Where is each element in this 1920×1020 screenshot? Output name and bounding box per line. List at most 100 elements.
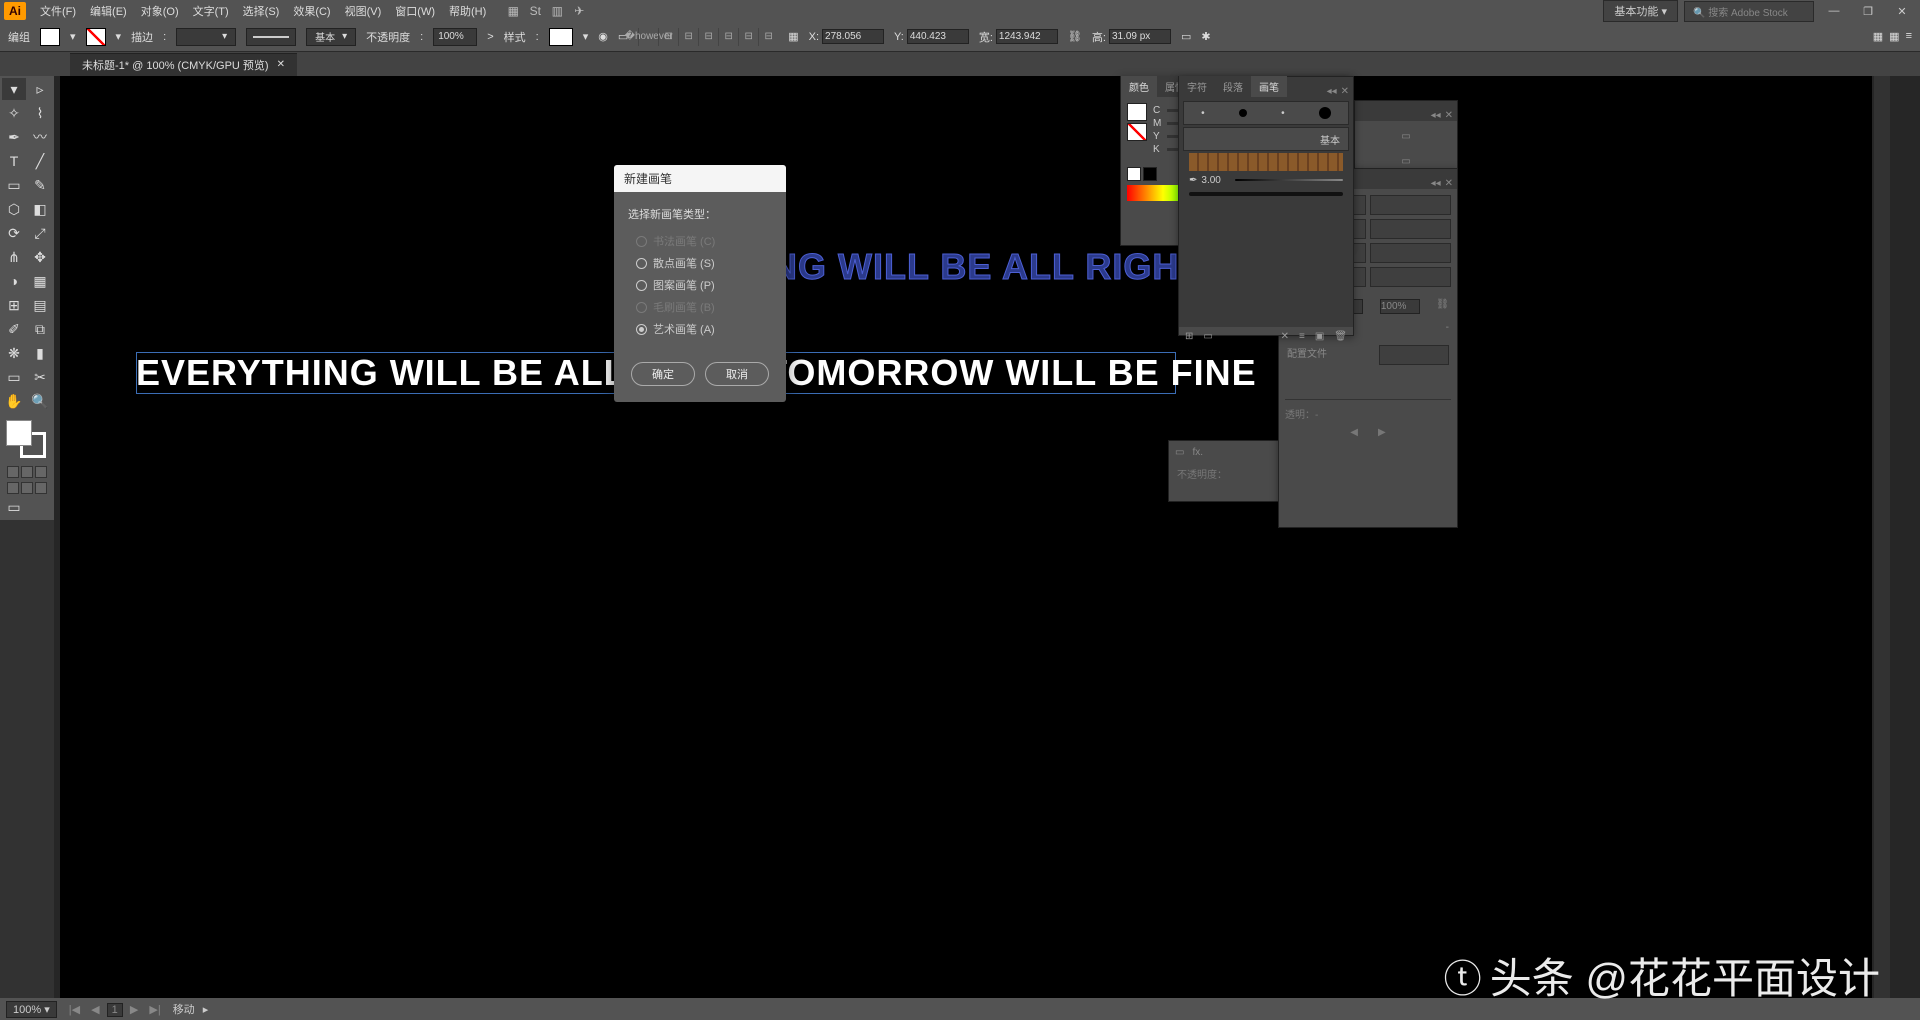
brush-preset-row[interactable]: •• [1183,101,1349,125]
prop-cell[interactable] [1370,267,1451,287]
artboard[interactable]: ING WILL BE ALL RIGH EVERYTHING WILL BE … [60,76,1872,998]
gradient-tool[interactable]: ▤ [28,294,52,316]
close-tab-icon[interactable]: ✕ [277,59,285,70]
lasso-tool[interactable]: ⌇ [28,102,52,124]
magic-wand-tool[interactable]: ✧ [2,102,26,124]
fill-stroke-indicator[interactable] [2,418,52,462]
cancel-button[interactable]: 取消 [705,362,769,386]
rotate-tool[interactable]: ⟳ [2,222,26,244]
w-input[interactable] [996,29,1058,44]
dock-collapse-icon[interactable]: ◂◂ [1431,110,1441,121]
prop-cell[interactable] [1370,243,1451,263]
align-right-icon[interactable]: ⊟ [678,28,698,46]
stroke-weight[interactable]: ▾ [176,28,236,46]
stock-icon[interactable]: St [528,4,542,18]
prev-artboard-icon[interactable]: ◀ [87,1004,103,1016]
window-restore[interactable]: ❐ [1854,2,1882,20]
workspace-switcher[interactable]: 基本功能 ▾ [1603,0,1678,22]
menu-object[interactable]: 对象(O) [135,1,185,21]
hand-tool[interactable]: ✋ [2,390,26,412]
recolor-icon[interactable]: ◉ [598,30,608,43]
style-swatch[interactable] [549,28,573,46]
fill-color-icon[interactable] [6,420,32,446]
radio-scatter[interactable]: 散点画笔 (S) [628,252,772,274]
artboard-tool[interactable]: ▭ [2,366,26,388]
shaper-tool[interactable]: ⬡ [2,198,26,220]
next-artboard-icon[interactable]: ▶ [126,1004,142,1016]
scrollbar-vertical[interactable] [1874,76,1890,998]
opacity-input[interactable] [433,28,477,46]
dock-close-icon[interactable]: ✕ [1445,110,1453,121]
brushes-close-icon[interactable]: ✕ [1341,86,1349,97]
dock-icon[interactable]: ▭ [1401,131,1410,142]
search-adobe-stock[interactable]: 🔍 搜索 Adobe Stock [1684,1,1814,22]
tab-paragraph[interactable]: 段落 [1215,76,1251,97]
scale-v-input[interactable] [1380,299,1420,314]
brush-pattern-preview[interactable] [1189,153,1343,171]
window-minimize[interactable]: — [1820,2,1848,20]
delete-brush-icon[interactable]: 🗑 [1334,331,1347,342]
stroke-swatch[interactable] [86,28,106,46]
tab-color[interactable]: 颜色 [1121,76,1157,97]
zoom-tool[interactable]: 🔍 [28,390,52,412]
type-tool[interactable]: T [2,150,26,172]
arrange-icon[interactable]: ▥ [550,4,564,18]
brush-options-icon[interactable]: ≡ [1299,331,1305,342]
profile-select[interactable] [1379,345,1449,365]
symbol-sprayer-tool[interactable]: ❋ [2,342,26,364]
menu-select[interactable]: 选择(S) [237,1,286,21]
gradient-mode-icon[interactable] [21,466,33,478]
remove-stroke-icon[interactable]: ✕ [1281,331,1289,342]
x-input[interactable] [822,29,884,44]
color-mode-icon[interactable] [7,466,19,478]
document-tab[interactable]: 未标题-1* @ 100% (CMYK/GPU 预览) ✕ [70,53,297,76]
last-artboard-icon[interactable]: ▶| [145,1004,164,1016]
brush-basic-row[interactable]: 基本 [1183,127,1349,151]
gpu-icon[interactable]: ✈ [572,4,586,18]
menu-view[interactable]: 视图(V) [339,1,388,21]
fx-icon[interactable]: fx. [1192,447,1203,458]
rectangle-tool[interactable]: ▭ [2,174,26,196]
first-artboard-icon[interactable]: |◀ [65,1004,84,1016]
menu-effect[interactable]: 效果(C) [287,1,336,21]
align-top-icon[interactable]: ⊟ [698,28,718,46]
draw-inside-icon[interactable] [35,482,47,494]
link-scale-icon[interactable]: ⛓ [1436,299,1449,314]
shape-icon[interactable]: ▭ [1181,30,1191,43]
scale-tool[interactable]: ⤢ [28,222,52,244]
radio-art[interactable]: 艺术画笔 (A) [628,318,772,340]
brushes-collapse-icon[interactable]: ◂◂ [1327,86,1337,97]
curvature-tool[interactable]: 〰 [28,126,52,148]
free-transform-tool[interactable]: ✥ [28,246,52,268]
transform-close-icon[interactable]: ✕ [1445,178,1453,189]
prop-cell[interactable] [1370,195,1451,215]
black-swatch-icon[interactable] [1143,167,1157,181]
menu-type[interactable]: 文字(T) [187,1,235,21]
slice-tool[interactable]: ✂ [28,366,52,388]
radio-pattern[interactable]: 图案画笔 (P) [628,274,772,296]
prop-cell[interactable] [1370,219,1451,239]
distribute-icon[interactable]: ⊟ [758,28,778,46]
shape-builder-tool[interactable]: ◑ [2,270,26,292]
artboard-number[interactable]: 1 [107,1003,123,1017]
draw-behind-icon[interactable] [21,482,33,494]
brush-def-select[interactable]: 基本▾ [306,28,356,46]
zoom-select[interactable]: 100% ▾ [6,1001,57,1018]
fill-swatch[interactable] [40,28,60,46]
direct-selection-tool[interactable]: ▹ [28,78,52,100]
pen-tool[interactable]: ✒ [2,126,26,148]
tab-brushes[interactable]: 画笔 [1251,76,1287,97]
transform-icon[interactable]: ▦ [788,30,798,43]
paintbrush-tool[interactable]: ✎ [28,174,52,196]
prev-icon[interactable]: ◀ [1350,427,1358,438]
column-graph-tool[interactable]: ▮ [28,342,52,364]
dock-icon[interactable]: ▭ [1401,156,1410,167]
next-icon[interactable]: ▶ [1378,427,1386,438]
brush-art-row[interactable] [1183,187,1349,201]
menu-help[interactable]: 帮助(H) [443,1,492,21]
stroke-profile[interactable] [246,28,296,46]
new-brush-icon[interactable]: ▣ [1315,331,1324,342]
none-mode-icon[interactable] [35,466,47,478]
window-close[interactable]: ✕ [1888,2,1916,20]
link-wh-icon[interactable]: ⛓ [1068,30,1082,43]
